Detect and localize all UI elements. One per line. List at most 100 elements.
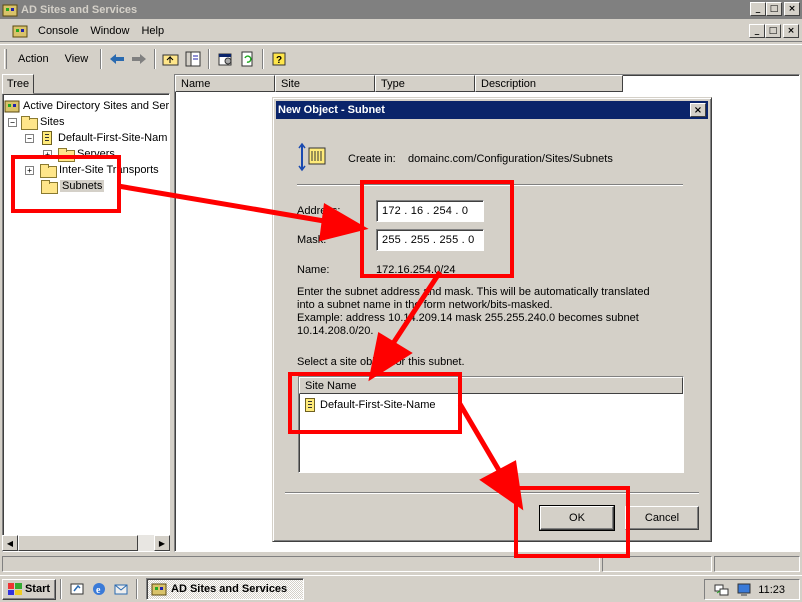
column-header-site[interactable]: Site <box>275 75 375 92</box>
tree-item-label: Active Directory Sites and Serv <box>23 100 170 112</box>
tree-item-subnets[interactable]: Subnets <box>41 178 105 194</box>
dialog-title: New Object - Subnet <box>278 104 385 116</box>
help-line: 10.14.208.0/20. <box>297 325 374 337</box>
action-menu[interactable]: Action <box>10 51 57 67</box>
menu-help[interactable]: Help <box>135 23 170 39</box>
view-menu[interactable]: View <box>57 51 97 67</box>
column-header-site-name[interactable]: Site Name <box>299 377 683 394</box>
close-button[interactable]: × <box>784 2 800 16</box>
list-item-label: Default-First-Site-Name <box>320 399 436 411</box>
name-value: 172.16.254.0/24 <box>376 264 456 276</box>
window-title: AD Sites and Services <box>21 3 138 16</box>
tree-item-default-site[interactable]: − Default-First-Site-Nam <box>25 130 167 146</box>
list-header: Name Site Type Description <box>175 75 799 92</box>
mask-label: Mask: <box>297 234 327 246</box>
status-pane-2 <box>602 556 712 572</box>
tree-horizontal-scrollbar[interactable]: ◀ ▶ <box>2 535 170 551</box>
folder-icon <box>21 116 38 130</box>
menu-window[interactable]: Window <box>84 23 135 39</box>
column-header-description[interactable]: Description <box>475 75 623 92</box>
svg-text:?: ? <box>276 55 282 66</box>
ad-sites-app-icon <box>2 4 18 16</box>
network-icon[interactable] <box>714 582 730 598</box>
folder-icon <box>40 164 57 178</box>
help-icon[interactable]: ? <box>268 48 290 70</box>
separator <box>297 184 683 186</box>
forward-arrow-icon[interactable] <box>128 48 150 70</box>
dialog-title-bar: New Object - Subnet × <box>276 101 708 119</box>
start-button[interactable]: Start <box>2 578 56 600</box>
toolbar: Action View ? <box>0 44 802 72</box>
maximize-button[interactable]: □ <box>766 2 782 16</box>
refresh-icon[interactable] <box>236 48 258 70</box>
clock[interactable]: 11:23 <box>758 584 785 596</box>
outlook-express-icon[interactable] <box>110 578 132 600</box>
tree-pane: Active Directory Sites and Serv − Sites … <box>2 93 170 552</box>
status-pane-main <box>2 556 600 572</box>
back-arrow-icon[interactable] <box>106 48 128 70</box>
ok-button[interactable]: OK <box>539 505 615 531</box>
tab-tree[interactable]: Tree <box>2 74 34 94</box>
scroll-left-button[interactable]: ◀ <box>2 535 18 551</box>
address-label: Address: <box>297 205 341 217</box>
tree-item-root[interactable]: Active Directory Sites and Serv <box>4 98 170 114</box>
site-icon <box>42 131 52 145</box>
taskbar-separator <box>60 579 62 599</box>
toolbar-grip[interactable] <box>4 48 7 69</box>
start-label: Start <box>24 583 51 595</box>
status-pane-3 <box>714 556 800 572</box>
site-icon <box>305 398 315 412</box>
help-line: Enter the subnet address and mask. This … <box>297 286 650 298</box>
menu-bar: Console Window Help _ □ × <box>0 20 802 42</box>
console-window-icon[interactable] <box>12 23 28 39</box>
toolbar-separator <box>208 48 211 69</box>
tree-item-inter-site-transports[interactable]: + Inter-Site Transports <box>25 162 159 178</box>
tree-item-label: Inter-Site Transports <box>59 164 159 176</box>
name-label: Name: <box>297 264 330 276</box>
toolbar-separator <box>100 48 103 69</box>
open-folder-icon <box>41 180 58 194</box>
list-item-default-site[interactable]: Default-First-Site-Name <box>305 398 683 412</box>
collapse-toggle[interactable]: − <box>8 117 17 127</box>
system-tray: 11:23 <box>704 579 800 600</box>
show-hide-tree-icon[interactable] <box>182 48 204 70</box>
scroll-right-button[interactable]: ▶ <box>154 535 170 551</box>
up-folder-icon[interactable] <box>160 48 182 70</box>
internet-explorer-icon[interactable]: e <box>88 578 110 600</box>
column-header-name[interactable]: Name <box>175 75 275 92</box>
select-site-label: Select a site object for this subnet. <box>297 356 465 368</box>
site-list: Site Name Default-First-Site-Name <box>298 376 684 473</box>
tree-item-label: Subnets <box>60 180 105 192</box>
tree-item-servers[interactable]: + Servers <box>43 146 115 162</box>
title-bar: AD Sites and Services _ □ × <box>0 0 802 19</box>
mdi-restore-button[interactable]: □ <box>765 24 781 38</box>
folder-icon <box>58 148 75 162</box>
taskbar-button-label: AD Sites and Services <box>171 583 288 595</box>
dialog-close-button[interactable]: × <box>690 103 706 117</box>
scroll-thumb[interactable] <box>18 535 138 551</box>
computer-icon[interactable] <box>736 582 752 598</box>
column-header-type[interactable]: Type <box>375 75 475 92</box>
mdi-minimize-button[interactable]: _ <box>749 24 765 38</box>
address-input[interactable]: 172 . 16 . 254 . 0 <box>376 200 484 222</box>
new-object-subnet-dialog: New Object - Subnet × Create in: domainc… <box>272 97 712 542</box>
ad-sites-icon <box>4 100 20 113</box>
mask-input[interactable]: 255 . 255 . 255 . 0 <box>376 229 484 251</box>
menu-console[interactable]: Console <box>32 23 84 39</box>
expand-toggle[interactable]: + <box>25 165 34 175</box>
windows-logo-icon <box>7 583 22 595</box>
expand-toggle[interactable]: + <box>43 149 52 159</box>
svg-text:e: e <box>96 585 101 596</box>
taskbar: Start e AD Sites and Services 11:23 <box>0 575 802 602</box>
collapse-toggle[interactable]: − <box>25 133 34 143</box>
tree-item-sites[interactable]: − Sites <box>8 114 64 130</box>
mdi-close-button[interactable]: × <box>783 24 799 38</box>
create-in-value: domainc.com/Configuration/Sites/Subnets <box>408 153 613 165</box>
show-desktop-icon[interactable] <box>66 578 88 600</box>
help-line: Example: address 10.14.209.14 mask 255.2… <box>297 312 639 324</box>
subnet-object-icon <box>298 142 326 172</box>
properties-icon[interactable] <box>214 48 236 70</box>
cancel-button[interactable]: Cancel <box>625 506 699 530</box>
minimize-button[interactable]: _ <box>750 2 766 16</box>
taskbar-button-ad-sites[interactable]: AD Sites and Services <box>146 578 304 600</box>
